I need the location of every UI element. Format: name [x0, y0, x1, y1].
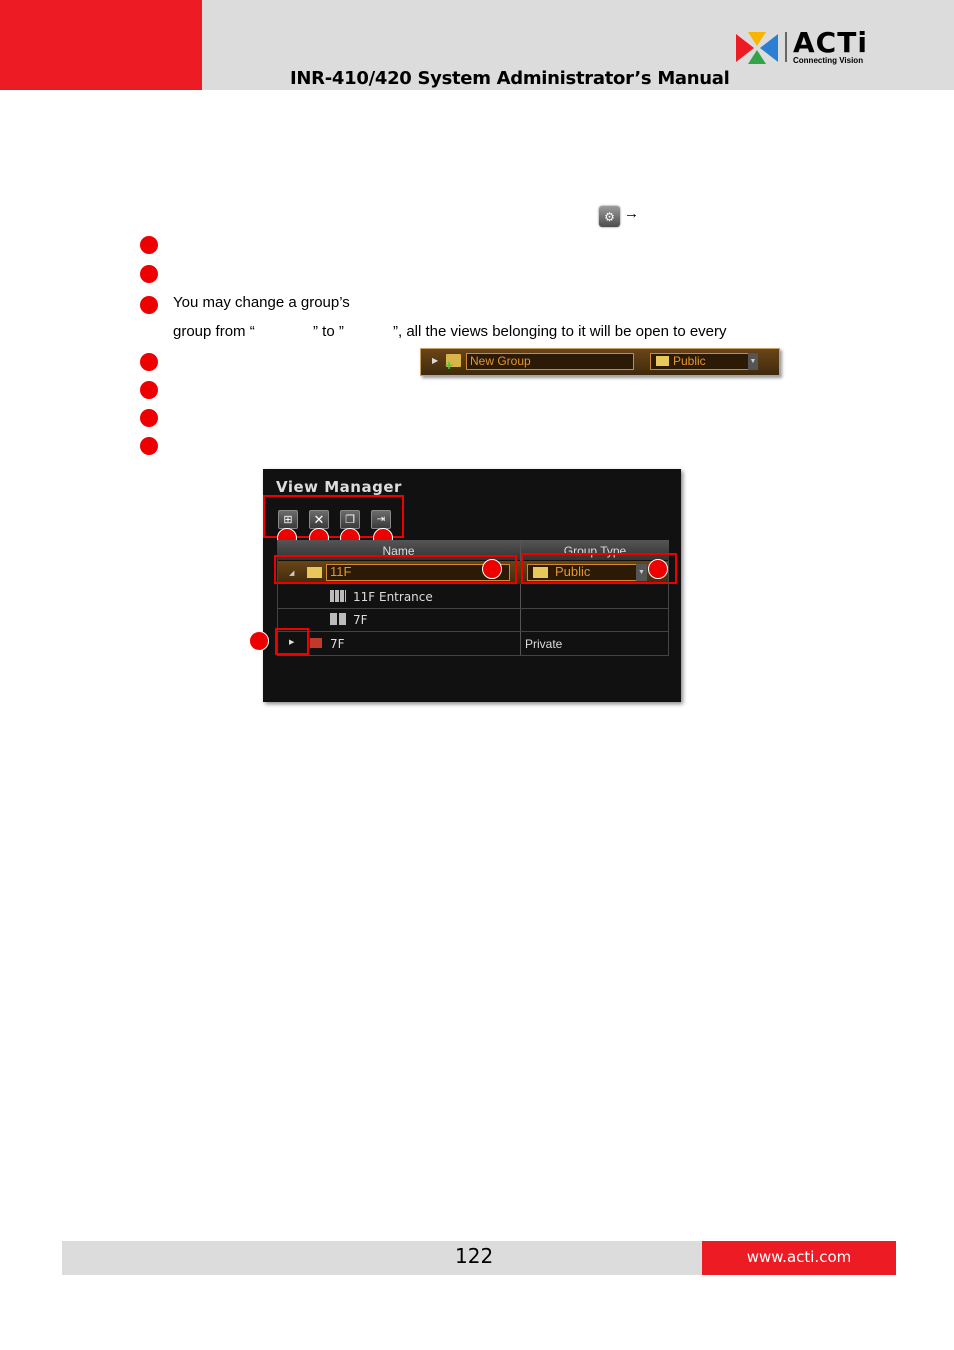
- new-group-strip: ▶ + New Group Public ▼: [420, 348, 780, 376]
- manual-title: INR-410/420 System Administrator’s Manua…: [290, 68, 730, 89]
- logo-wordmark: ACTi: [793, 26, 868, 59]
- group-name[interactable]: 7F: [330, 637, 345, 651]
- chevron-down-icon[interactable]: ▼: [748, 353, 758, 370]
- logo-tagline: Connecting Vision: [793, 56, 864, 65]
- view-name[interactable]: 7F: [353, 613, 368, 627]
- body-line-3b-part3: ”, all the views belonging to it will be…: [393, 323, 727, 340]
- bullet-7: [140, 437, 158, 455]
- delete-button[interactable]: ✕: [309, 510, 329, 529]
- view-name[interactable]: 11F Entrance: [353, 590, 433, 604]
- close-icon: ✕: [313, 511, 325, 527]
- body-line-3b-part2: ” to ”: [313, 323, 344, 340]
- body-line-3b-part1: group from “: [173, 323, 255, 340]
- chevron-down-icon[interactable]: ▼: [636, 564, 647, 581]
- move-icon: ⇥: [376, 514, 386, 525]
- add-group-button[interactable]: ⊞: [278, 510, 298, 529]
- gear-icon: ⚙: [599, 206, 620, 227]
- bullet-6: [140, 409, 158, 427]
- callout-6: [648, 559, 668, 579]
- row-divider: [277, 608, 669, 609]
- page-number: 122: [455, 1244, 494, 1268]
- acti-logo-icon: [736, 32, 778, 64]
- group-type: Private: [525, 637, 563, 651]
- callout-5: [482, 559, 502, 579]
- bullet-2: [140, 265, 158, 283]
- bullet-4: [140, 353, 158, 371]
- view-layout-icon: [330, 590, 346, 602]
- row-divider: [277, 655, 669, 656]
- callout-7: [249, 631, 269, 651]
- header-red-block: [0, 0, 202, 90]
- private-folder-icon: [310, 638, 322, 648]
- bullet-1: [140, 236, 158, 254]
- folder-icon: [656, 356, 669, 366]
- arrow-icon: →: [624, 205, 639, 222]
- body-line-3a: You may change a group’s: [173, 294, 350, 311]
- view-manager-title: View Manager: [276, 478, 402, 496]
- move-button[interactable]: ⇥: [371, 510, 391, 529]
- add-folder-icon: ⊞: [283, 514, 293, 526]
- new-group-name-input[interactable]: New Group: [466, 353, 634, 370]
- expand-arrow-icon[interactable]: ▶: [289, 638, 294, 646]
- view-layout-icon: [330, 613, 346, 625]
- expand-arrow-icon[interactable]: ▶: [432, 356, 438, 365]
- bullet-5: [140, 381, 158, 399]
- footer-url-link[interactable]: www.acti.com: [702, 1248, 896, 1266]
- table-right-border: [668, 560, 669, 656]
- bullet-3: [140, 296, 158, 314]
- collapse-arrow-icon[interactable]: ◢: [289, 569, 294, 577]
- row-divider: [277, 631, 669, 632]
- footer-bar: [62, 1241, 702, 1275]
- logo-divider: [785, 32, 787, 62]
- copy-icon: ❐: [345, 514, 355, 526]
- add-icon: +: [445, 357, 454, 373]
- folder-icon: [533, 567, 548, 578]
- folder-icon: [307, 567, 322, 578]
- copy-button[interactable]: ❐: [340, 510, 360, 529]
